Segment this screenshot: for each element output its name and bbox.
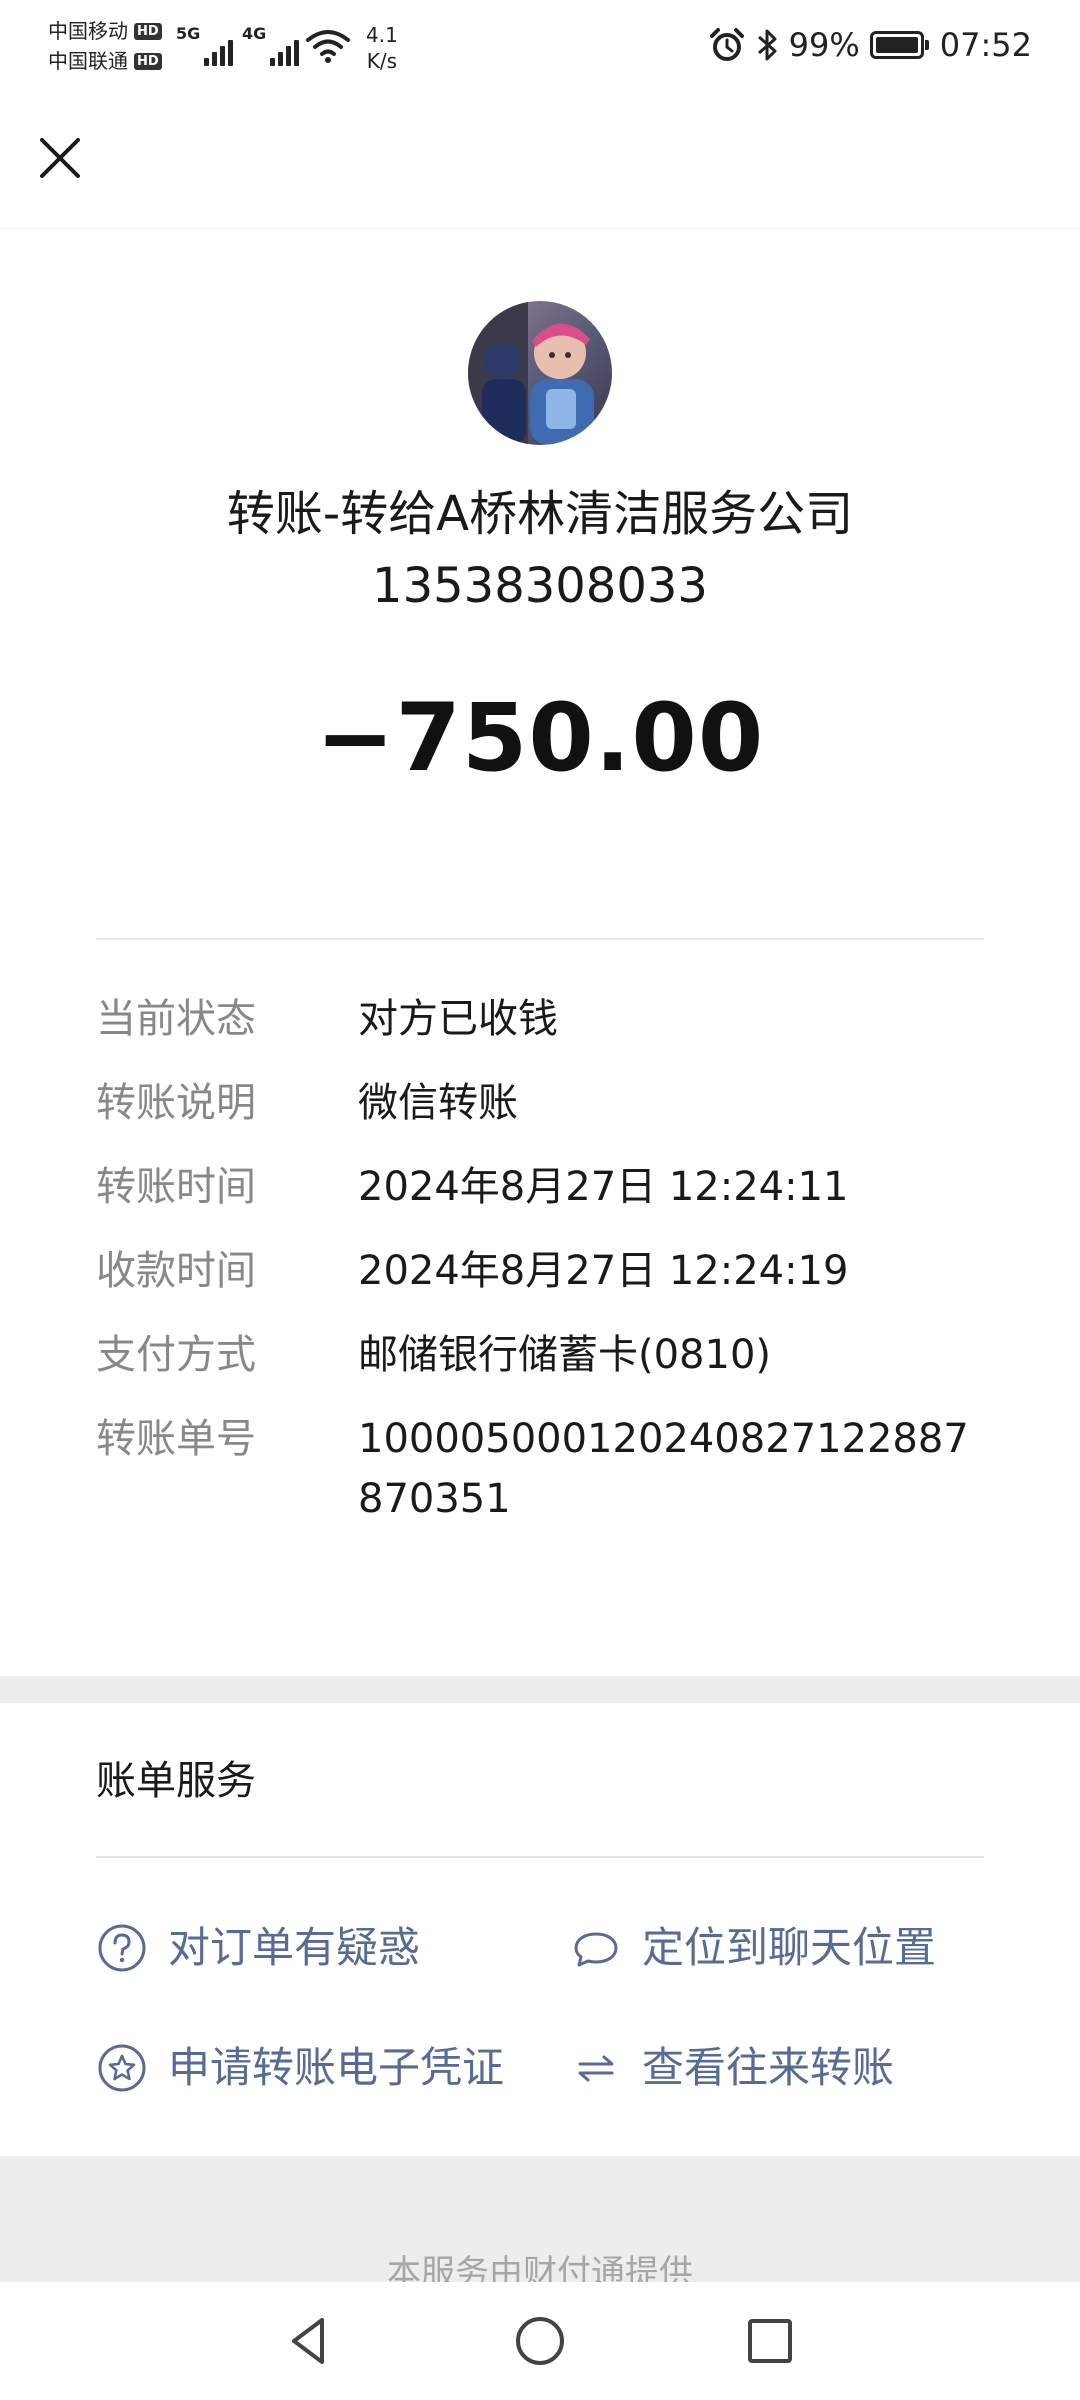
service-label: 对订单有疑惑 [168,1923,421,1972]
request-voucher-link[interactable]: 申请转账电子凭证 [96,2038,504,2098]
info-label: 支付方式 [96,1332,256,1378]
bill-services-card: 账单服务 对订单有疑惑 定位到聊天位置 申请转账电子凭证 查看往来转账 [0,1703,1080,2156]
carrier-1-name: 中国移动 [48,19,128,43]
order-question-link[interactable]: 对订单有疑惑 [96,1918,420,1978]
home-circle-icon[interactable] [505,2306,575,2376]
info-value: 邮储银行储蓄卡(0810) [358,1332,772,1378]
net-speed-unit: K/s [366,49,398,73]
carrier-2-name: 中国联通 [48,49,128,73]
swap-arrows-icon [578,2055,614,2082]
info-label: 当前状态 [96,996,256,1042]
recents-square-icon[interactable] [735,2306,805,2376]
wifi-icon [306,30,350,63]
net-type-4g: 4G [242,24,267,43]
status-bar: 中国移动 HD 中国联通 HD 5G 4G 4.1 K/s 99% 07:52 [0,0,1080,104]
payee-avatar[interactable] [468,301,612,445]
bluetooth-icon [757,29,777,61]
divider [96,938,984,940]
info-label: 收款时间 [96,1248,256,1294]
info-label: 转账时间 [96,1164,256,1210]
payee-phone: 13538308033 [372,558,708,614]
service-label: 定位到聊天位置 [642,1923,937,1972]
info-label: 转账说明 [96,1080,256,1126]
transfer-amount: −750.00 [315,684,765,793]
clock-time: 07:52 [939,26,1032,64]
info-value: 对方已收钱 [358,996,558,1042]
order-number-value[interactable]: 100005000120240827122887870351 [358,1409,984,1529]
net-speed-value: 4.1 [366,23,398,47]
close-icon[interactable] [28,126,92,190]
locate-chat-link[interactable]: 定位到聊天位置 [570,1918,936,1978]
avatar-image [468,301,612,445]
info-value: 2024年8月27日 12:24:19 [358,1248,849,1294]
transfer-detail-card: 转账-转给A桥林清洁服务公司 13538308033 −750.00 当前状态 … [0,228,1080,1676]
star-circle-icon [98,2044,146,2092]
service-label: 申请转账电子凭证 [168,2043,505,2092]
signal-4g-icon: 4G [242,20,304,70]
info-row-transfer-time: 转账时间 2024年8月27日 12:24:11 [96,1157,984,1217]
app-header [0,104,1080,228]
info-label: 转账单号 [96,1416,256,1462]
hd-badge: HD [134,52,162,70]
service-label: 查看往来转账 [642,2043,895,2092]
hd-badge: HD [134,22,162,40]
alarm-icon [709,28,744,61]
info-row-payment-method: 支付方式 邮储银行储蓄卡(0810) [96,1325,984,1385]
info-row-receive-time: 收款时间 2024年8月27日 12:24:19 [96,1241,984,1301]
chat-bubble-icon [574,1932,618,1967]
question-circle-icon [98,1924,146,1972]
divider [96,1856,984,1858]
view-transfers-link[interactable]: 查看往来转账 [570,2038,894,2098]
services-title: 账单服务 [96,1758,256,1804]
info-row-status: 当前状态 对方已收钱 [96,989,984,1049]
battery-percent: 99% [788,26,860,64]
back-triangle-icon[interactable] [274,2306,344,2376]
info-value: 2024年8月27日 12:24:11 [358,1164,849,1210]
battery-level-fill [875,37,918,53]
info-row-note: 转账说明 微信转账 [96,1073,984,1133]
transfer-detail-page: 中国移动 HD 中国联通 HD 5G 4G 4.1 K/s 99% 07:52 … [0,0,1080,2400]
net-speed: 4.1 K/s [366,22,398,74]
status-right-group: 99% 07:52 [709,26,1032,64]
payee-title: 转账-转给A桥林清洁服务公司 [226,486,854,542]
system-nav-bar [0,2282,1080,2400]
info-row-order-number: 转账单号 100005000120240827122887870351 [96,1409,984,1529]
info-value: 微信转账 [358,1080,518,1126]
battery-icon [869,31,929,59]
net-type-5g: 5G [176,24,201,43]
signal-5g-icon: 5G [176,20,236,70]
carrier-info: 中国移动 HD 中国联通 HD [48,18,162,74]
